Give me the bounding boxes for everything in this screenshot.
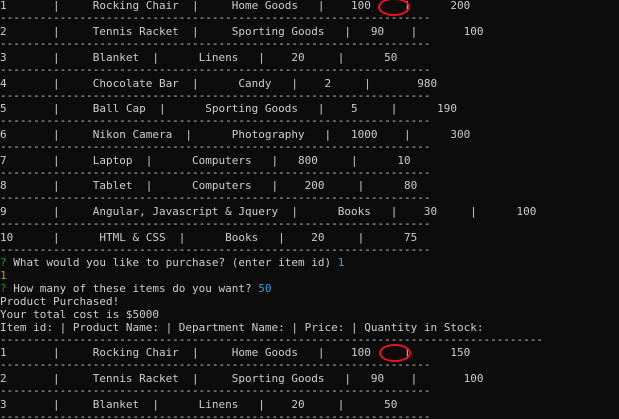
- quantity-answer[interactable]: 50: [258, 282, 271, 295]
- row-separator: ----------------------------------------…: [0, 114, 431, 127]
- row-separator: ----------------------------------------…: [0, 63, 431, 76]
- highlighted-stock-value: 200: [450, 0, 471, 12]
- row-separator: ----------------------------------------…: [0, 410, 431, 419]
- highlighted-stock-value: 150: [450, 346, 471, 359]
- prompt-question-mark: ?: [0, 282, 7, 295]
- prompt-question-mark: ?: [0, 256, 7, 269]
- row-separator: ----------------------------------------…: [0, 358, 431, 371]
- row-separator: ----------------------------------------…: [0, 11, 431, 24]
- item-id-answer[interactable]: 1: [338, 256, 345, 269]
- row-separator: ----------------------------------------…: [0, 37, 431, 50]
- row-separator: ----------------------------------------…: [0, 217, 431, 230]
- row-separator: ----------------------------------------…: [0, 384, 431, 397]
- terminal-window[interactable]: 1 | Rocking Chair | Home Goods | 100 | 2…: [0, 0, 619, 419]
- highlight-circle-bottom: [379, 344, 411, 362]
- row-separator: ----------------------------------------…: [0, 191, 431, 204]
- row-separator: ----------------------------------------…: [0, 140, 431, 153]
- purchase-prompt: ? What would you like to purchase? (ente…: [0, 256, 345, 269]
